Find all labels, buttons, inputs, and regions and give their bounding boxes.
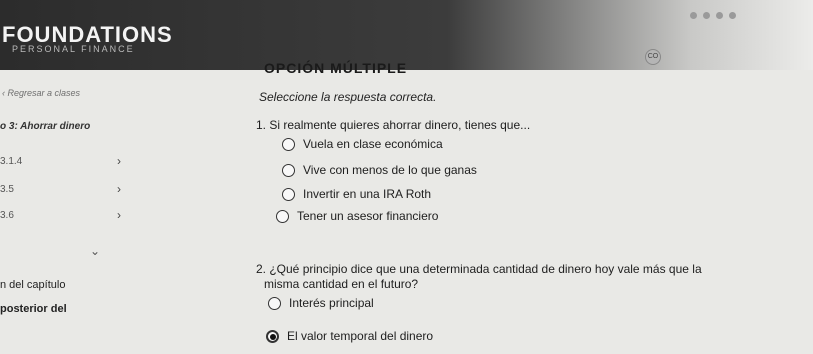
q1-option-4[interactable]: Tener un asesor financiero [276, 209, 438, 223]
option-label: El valor temporal del dinero [287, 329, 434, 343]
sidebar-item-lesson[interactable]: 3.5 › [0, 182, 170, 196]
sidebar-item-label: 3.5 [0, 184, 14, 195]
q2-option-1[interactable]: Interés principal [268, 296, 374, 310]
section-title: OPCIÓN MÚLTIPLE [264, 60, 408, 76]
status-dot-icon [690, 12, 697, 19]
radio-button[interactable] [268, 296, 281, 310]
chevron-right-icon: › [117, 182, 121, 196]
status-dot-icon [703, 12, 710, 19]
q2-option-2[interactable]: El valor temporal del dinero [266, 329, 433, 343]
status-dot-icon [729, 12, 736, 19]
sidebar-current-chapter[interactable]: o 3: Ahorrar dinero [0, 121, 90, 132]
option-label: Vuela en clase económica [303, 137, 443, 151]
question-1-text: 1. Si realmente quieres ahorrar dinero, … [256, 118, 531, 132]
back-to-classes-link[interactable]: ‹ Regresar a clases [0, 88, 80, 98]
header-icons [690, 12, 736, 19]
radio-button-selected[interactable] [266, 329, 279, 343]
radio-button[interactable] [282, 163, 295, 177]
question-2-text: 2. ¿Qué principio dice que una determina… [256, 262, 702, 292]
q1-option-1[interactable]: Vuela en clase económica [282, 137, 443, 151]
chevron-right-icon: › [117, 154, 121, 168]
chevron-down-icon: ⌄ [90, 244, 101, 258]
sidebar-item-lesson[interactable]: 3.1.4 › [0, 154, 170, 168]
back-link-label: Regresar a clases [7, 88, 81, 98]
radio-button[interactable] [282, 187, 295, 201]
option-label: Vive con menos de lo que ganas [303, 163, 477, 177]
option-label: Invertir en una IRA Roth [303, 187, 432, 201]
q1-option-3[interactable]: Invertir en una IRA Roth [282, 187, 431, 201]
status-dot-icon [716, 12, 723, 19]
sidebar-item-lesson[interactable]: 3.6 › [0, 208, 170, 222]
q1-option-2[interactable]: Vive con menos de lo que ganas [282, 163, 477, 177]
chevron-right-icon: › [117, 208, 121, 222]
radio-button[interactable] [276, 209, 289, 223]
radio-button[interactable] [282, 137, 295, 151]
brand-subtitle: PERSONAL FINANCE [12, 44, 135, 54]
instruction-text: Seleccione la respuesta correcta. [259, 90, 437, 104]
sidebar-expand-toggle[interactable]: ⌄ [90, 244, 110, 258]
sidebar-item-label: 3.1.4 [0, 156, 23, 167]
sidebar-item-label: 3.6 [0, 210, 14, 221]
quiz-badge-icon: CO [645, 49, 661, 65]
sidebar-chapter-summary[interactable]: n del capítulo [0, 279, 65, 291]
option-label: Tener un asesor financiero [297, 209, 439, 223]
question-2-line-2: misma cantidad en el futuro? [264, 277, 419, 291]
option-label: Interés principal [289, 296, 374, 310]
sidebar-next-section[interactable]: posterior del [0, 303, 67, 315]
question-2-line-1: 2. ¿Qué principio dice que una determina… [256, 262, 702, 276]
